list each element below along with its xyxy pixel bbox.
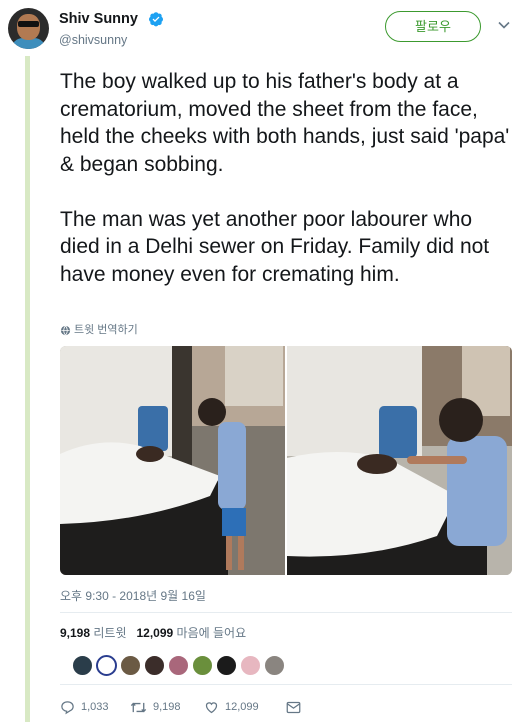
like-count: 12,099 [225, 701, 259, 713]
like-button[interactable]: 12,099 [204, 700, 286, 715]
liker-avatar[interactable] [72, 655, 93, 676]
tweet-actions: 1,033 9,198 12,099 [60, 697, 301, 717]
user-name[interactable]: Shiv Sunny [59, 11, 138, 28]
likes-count: 12,099 [136, 626, 174, 640]
heart-icon [205, 701, 218, 713]
retweets-count: 9,198 [60, 626, 91, 640]
avatar-glasses [18, 21, 39, 27]
chevron-down-icon[interactable] [497, 18, 511, 32]
liker-avatar[interactable] [144, 655, 165, 676]
likes-label: 마음에 들어요 [176, 626, 247, 640]
avatar[interactable] [8, 8, 49, 49]
retweet-icon [130, 702, 147, 712]
divider-bottom [60, 684, 512, 685]
reply-button[interactable]: 1,033 [60, 700, 130, 715]
tweet-header: Shiv Sunny @shivsunny 팔로우 [8, 6, 513, 50]
globe-icon [60, 325, 71, 336]
liker-avatar[interactable] [168, 655, 189, 676]
photo-right-image [287, 346, 512, 575]
liker-avatar[interactable] [216, 655, 237, 676]
retweet-button[interactable]: 9,198 [130, 700, 204, 715]
liker-avatar[interactable] [192, 655, 213, 676]
liker-avatar[interactable] [120, 655, 141, 676]
tweet-text: The boy walked up to his father's body a… [60, 70, 510, 286]
message-icon [286, 701, 301, 713]
retweets-stat[interactable]: 9,198 리트윗 [60, 626, 127, 640]
tweet-media [60, 346, 512, 575]
reply-count: 1,033 [81, 701, 109, 713]
translate-link[interactable]: 트윗 번역하기 [60, 324, 138, 337]
photo-left-image [60, 346, 285, 575]
follow-button[interactable]: 팔로우 [385, 11, 481, 42]
translate-label: 트윗 번역하기 [74, 324, 138, 336]
tweet-stats: 9,198 리트윗 12,099 마음에 들어요 [60, 626, 246, 640]
liker-avatar[interactable] [96, 655, 117, 676]
avatar-face [17, 14, 40, 40]
user-handle[interactable]: @shivsunny [59, 33, 127, 48]
message-button[interactable] [286, 701, 301, 714]
liker-avatar[interactable] [240, 655, 261, 676]
divider-top [60, 612, 512, 613]
likes-stat[interactable]: 12,099 마음에 들어요 [137, 626, 247, 640]
verified-badge-icon [149, 12, 163, 27]
liker-avatars [72, 655, 285, 676]
photo-right[interactable] [287, 346, 512, 575]
tweet-timestamp[interactable]: 오후 9:30 - 2018년 9월 16일 [60, 589, 206, 603]
retweets-label: 리트윗 [93, 626, 127, 640]
thread-rule [25, 56, 30, 722]
liker-avatar[interactable] [264, 655, 285, 676]
reply-icon [61, 700, 74, 714]
photo-left[interactable] [60, 346, 285, 575]
retweet-count: 9,198 [153, 701, 181, 713]
